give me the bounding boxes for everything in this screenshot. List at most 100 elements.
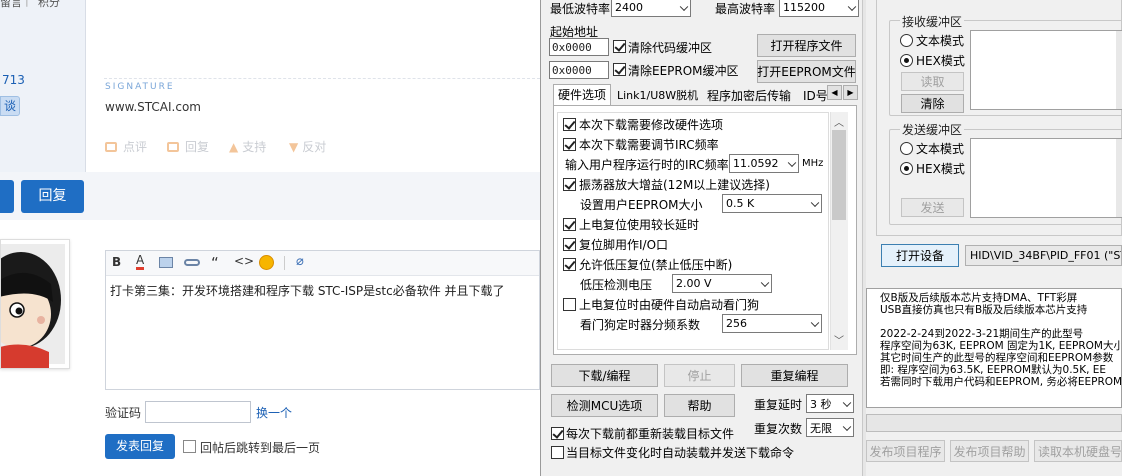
captcha-input[interactable] [145,401,251,423]
jump-last-label: 回帖后跳转到最后一页 [200,441,321,455]
eeprom-addr-input[interactable]: 0x0000 [549,61,609,79]
read-button[interactable]: 读取 [901,72,964,91]
emoji-icon[interactable] [259,255,274,270]
irc-freq-select[interactable]: 11.0592 [729,154,799,173]
tab-scroll-left[interactable]: ◀ [827,85,842,100]
repeat-delay-select[interactable]: 3 秒 [806,394,854,413]
rx-text-radio[interactable] [900,34,913,47]
tab-link1[interactable]: Link1/U8W脱机 [614,87,701,105]
code-icon[interactable]: <> [234,254,254,268]
auto-reload-label: 当目标文件变化时自动装载并发送下载命令 [566,446,795,460]
max-baud-select[interactable]: 115200 [779,0,859,17]
reload-target-checkbox[interactable] [551,427,564,440]
chevron-down-icon [760,278,770,287]
font-color-icon[interactable]: A [136,254,145,270]
publish-program-button[interactable]: 发布项目程序 [866,440,945,462]
progress-bar [866,414,1122,432]
osc-gain-checkbox[interactable] [563,178,576,191]
open-device-button[interactable]: 打开设备 [881,244,959,267]
adjust-irc-label: 本次下载需要调节IRC频率 [579,138,719,152]
read-disk-id-button[interactable]: 读取本机硬盘号 [1034,440,1122,462]
reload-target-label: 每次下载前都重新装载目标文件 [566,427,735,441]
jump-last-checkbox[interactable] [183,440,196,453]
help-button[interactable]: 帮助 [664,394,735,417]
check-mcu-button[interactable]: 检测MCU选项 [551,394,658,417]
reset-io-checkbox[interactable] [563,238,576,251]
bold-icon[interactable]: B [112,255,121,269]
scroll-down-icon[interactable]: ﹀ [834,332,844,347]
long-reset-checkbox[interactable] [563,218,576,231]
reprogram-button[interactable]: 重复编程 [741,364,848,387]
wdt-auto-checkbox[interactable] [563,298,576,311]
osc-gain-label: 振荡器放大增益(12M以上建议选择) [579,178,770,192]
chevron-down-icon [842,398,852,407]
allow-lvr-checkbox[interactable] [563,258,576,271]
clear-button[interactable]: 清除 [901,94,964,113]
send-button[interactable]: 发送 [901,198,964,217]
link-icon[interactable] [184,259,200,266]
repeat-count-select[interactable]: 无限 [806,418,854,437]
publish-help-button[interactable]: 发布项目帮助 [950,440,1029,462]
tx-scrollbar[interactable] [1116,139,1122,217]
signature-divider [104,78,540,79]
tx-hex-radio[interactable] [900,162,913,175]
max-baud-label: 最高波特率 [715,2,776,16]
scroll-up-icon[interactable]: ︿ [834,114,844,129]
chat-badge[interactable]: 谈 [0,96,20,116]
user-id-link[interactable]: 713 [2,73,25,87]
attach-icon[interactable]: ⌀ [296,254,304,269]
tx-buffer-textarea[interactable] [970,138,1122,218]
adjust-irc-checkbox[interactable] [563,138,576,151]
download-button[interactable]: 下载/编程 [551,364,658,387]
submit-reply-button[interactable]: 发表回复 [105,434,175,459]
comment-action[interactable]: 点评 [105,138,147,155]
device-path-field[interactable]: HID\VID_34BF\PID_FF01 ("ST [965,245,1122,266]
chevron-down-icon [842,422,852,431]
modify-hw-label: 本次下载需要修改硬件选项 [579,118,724,132]
modify-hw-checkbox[interactable] [563,118,576,131]
clear-eeprom-checkbox[interactable] [613,63,626,76]
rx-text-label: 文本模式 [916,34,965,48]
reply-button[interactable]: 回复 [21,180,84,213]
image-icon[interactable] [159,257,173,268]
min-baud-select[interactable]: 2400 [611,0,691,17]
allow-lvr-label: 允许低压复位(禁止低压中断) [579,258,733,272]
thumb-down-icon: ▼ [289,140,299,154]
irc-unit: MHz [802,158,824,169]
tx-text-label: 文本模式 [916,142,965,156]
tab-hardware[interactable]: 硬件选项 [553,84,611,106]
top-link-b[interactable]: 积分 [38,0,60,10]
long-reset-label: 上电复位使用较长延时 [579,218,700,232]
post-content[interactable]: 打卡第三集：开发环境搭建和程序下载 STC-ISP是stc必备软件 并且下载了 [110,282,505,299]
chevron-down-icon [810,318,820,327]
rx-buffer-textarea[interactable] [970,30,1122,110]
wdt-div-select[interactable]: 256 [722,314,822,333]
eeprom-size-select[interactable]: 0.5 K [722,194,822,213]
tab-encrypt[interactable]: 程序加密后传输 [704,87,794,105]
tx-text-radio[interactable] [900,142,913,155]
prev-button[interactable] [0,180,14,213]
tx-hex-label: HEX模式 [916,162,965,176]
open-program-file-button[interactable]: 打开程序文件 [757,34,856,57]
code-addr-input[interactable]: 0x0000 [549,38,609,56]
comment-icon [105,142,117,152]
lvr-voltage-select[interactable]: 2.00 V [672,274,772,293]
clear-code-checkbox[interactable] [613,40,626,53]
top-link-a[interactable]: 留言 [0,0,22,10]
reply-action[interactable]: 回复 [167,138,209,155]
auto-reload-checkbox[interactable] [551,446,564,459]
tab-id[interactable]: ID号 [800,87,830,105]
scroll-thumb[interactable] [832,130,846,220]
stop-button[interactable]: 停止 [664,364,735,387]
open-eeprom-file-button[interactable]: 打开EEPROM文件 [757,60,856,83]
tab-scroll-right[interactable]: ▶ [843,85,858,100]
quote-icon[interactable]: “ [211,254,219,272]
forum-page: 留言 | 积分 713 谈 SIGNATURE www.STCAI.com 点评… [0,0,540,476]
log-line: 若需同时下载用户代码和EEPROM, 务必将EEPROM [880,376,1122,388]
captcha-refresh[interactable]: 换一个 [256,404,292,421]
rx-hex-radio[interactable] [900,54,913,67]
oppose-action[interactable]: ▼ 反对 [289,138,326,155]
rx-scrollbar[interactable] [1116,31,1122,109]
support-action[interactable]: ▲ 支持 [229,138,266,155]
